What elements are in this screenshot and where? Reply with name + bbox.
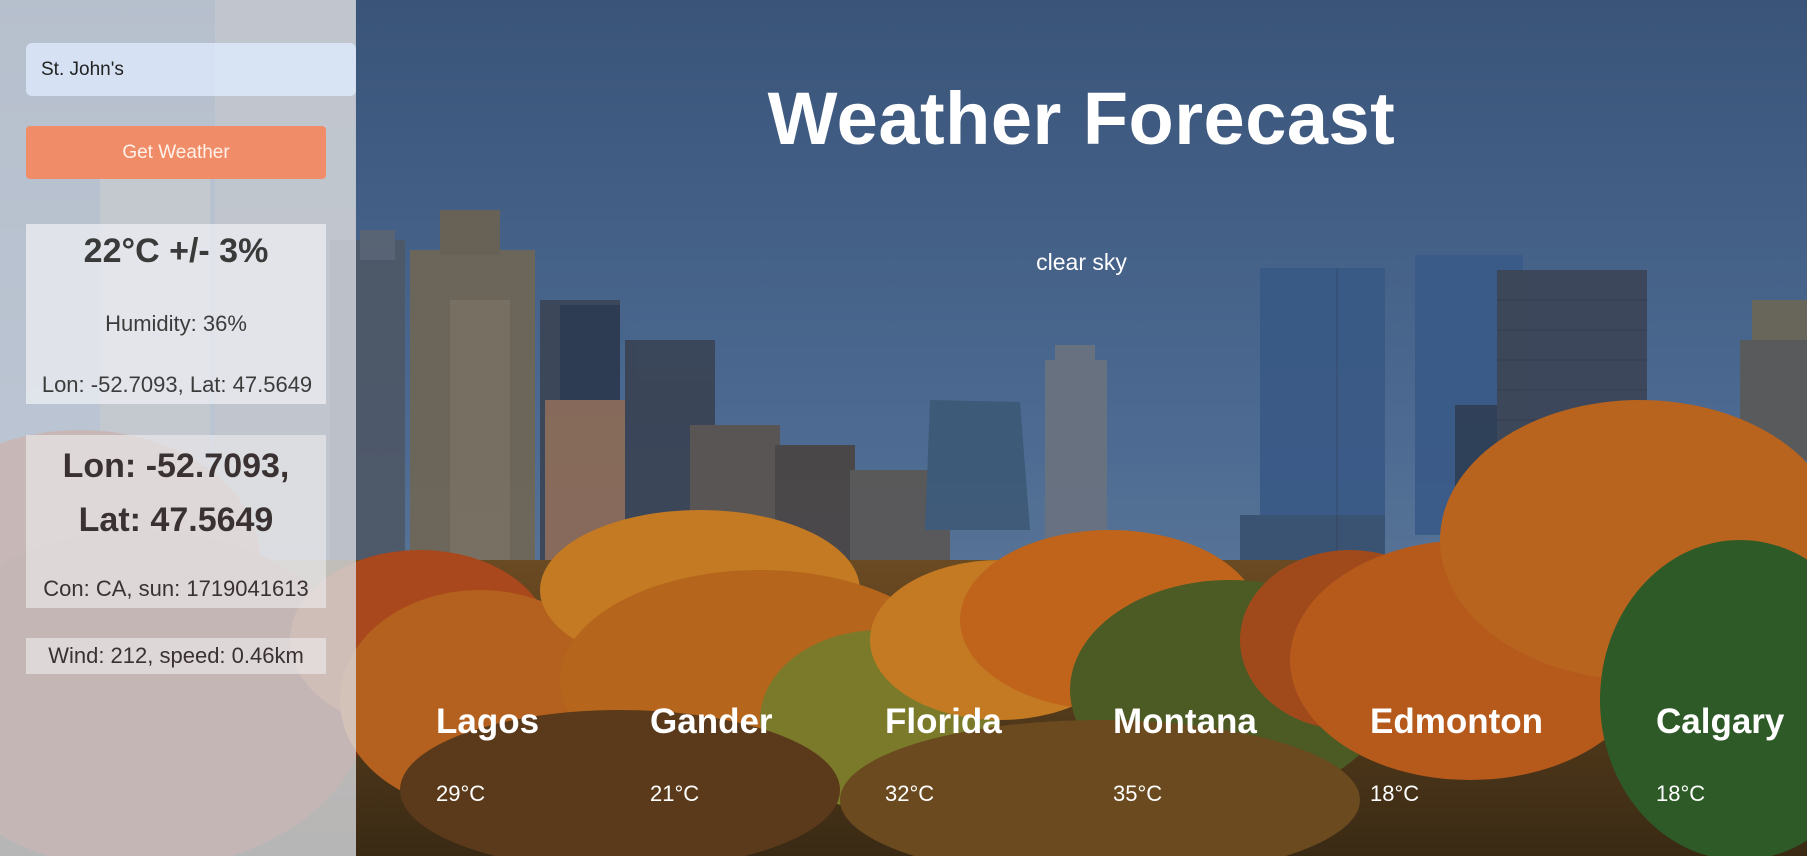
city-name: Montana: [1113, 702, 1257, 741]
city-name: Calgary: [1656, 702, 1785, 741]
city-forecast-item: Calgary 18°C: [1656, 702, 1784, 807]
city-name: Florida: [885, 702, 1002, 741]
current-temperature: 22°C +/- 3%: [83, 232, 269, 270]
coordinates-heading-lat: Lat: 47.5649: [78, 501, 274, 539]
city-temperature: 18°C: [1370, 781, 1420, 806]
coordinates-text: Lon: -52.7093, Lat: 47.5649: [41, 372, 313, 397]
city-temperature: 35°C: [1113, 781, 1163, 806]
humidity-text: Humidity: 36%: [105, 311, 247, 336]
city-forecast-item: Florida 32°C: [885, 702, 1002, 807]
coordinates-heading: Lon: -52.7093, Lat: 47.5649: [26, 439, 326, 547]
city-name: Gander: [650, 702, 773, 741]
weather-description: clear sky: [1036, 249, 1127, 275]
country-sunrise-text: Con: CA, sun: 1719041613: [43, 576, 309, 601]
coordinates-heading-lon: Lon: -52.7093,: [62, 447, 290, 485]
city-forecast-item: Edmonton 18°C: [1370, 702, 1543, 807]
city-forecast-item: Gander 21°C: [650, 702, 773, 807]
city-temperature: 29°C: [436, 781, 486, 806]
city-search-input[interactable]: [26, 43, 356, 96]
city-forecast-item: Lagos 29°C: [436, 702, 539, 807]
wind-card: Wind: 212, speed: 0.46km: [26, 638, 326, 674]
city-forecast-item: Montana 35°C: [1113, 702, 1257, 807]
city-temperature: 18°C: [1656, 781, 1706, 806]
city-name: Edmonton: [1370, 702, 1544, 741]
city-name: Lagos: [436, 702, 540, 741]
city-temperature: 32°C: [885, 781, 935, 806]
page-title: Weather Forecast: [767, 77, 1396, 160]
get-weather-button[interactable]: Get Weather: [26, 126, 326, 179]
location-card: Lon: -52.7093, Lat: 47.5649 Con: CA, sun…: [26, 435, 326, 608]
current-weather-card: 22°C +/- 3% Humidity: 36% Lon: -52.7093,…: [26, 224, 326, 404]
sidebar-panel: Get Weather 22°C +/- 3% Humidity: 36% Lo…: [0, 0, 356, 856]
wind-text: Wind: 212, speed: 0.46km: [48, 643, 304, 668]
city-temperature: 21°C: [650, 781, 700, 806]
